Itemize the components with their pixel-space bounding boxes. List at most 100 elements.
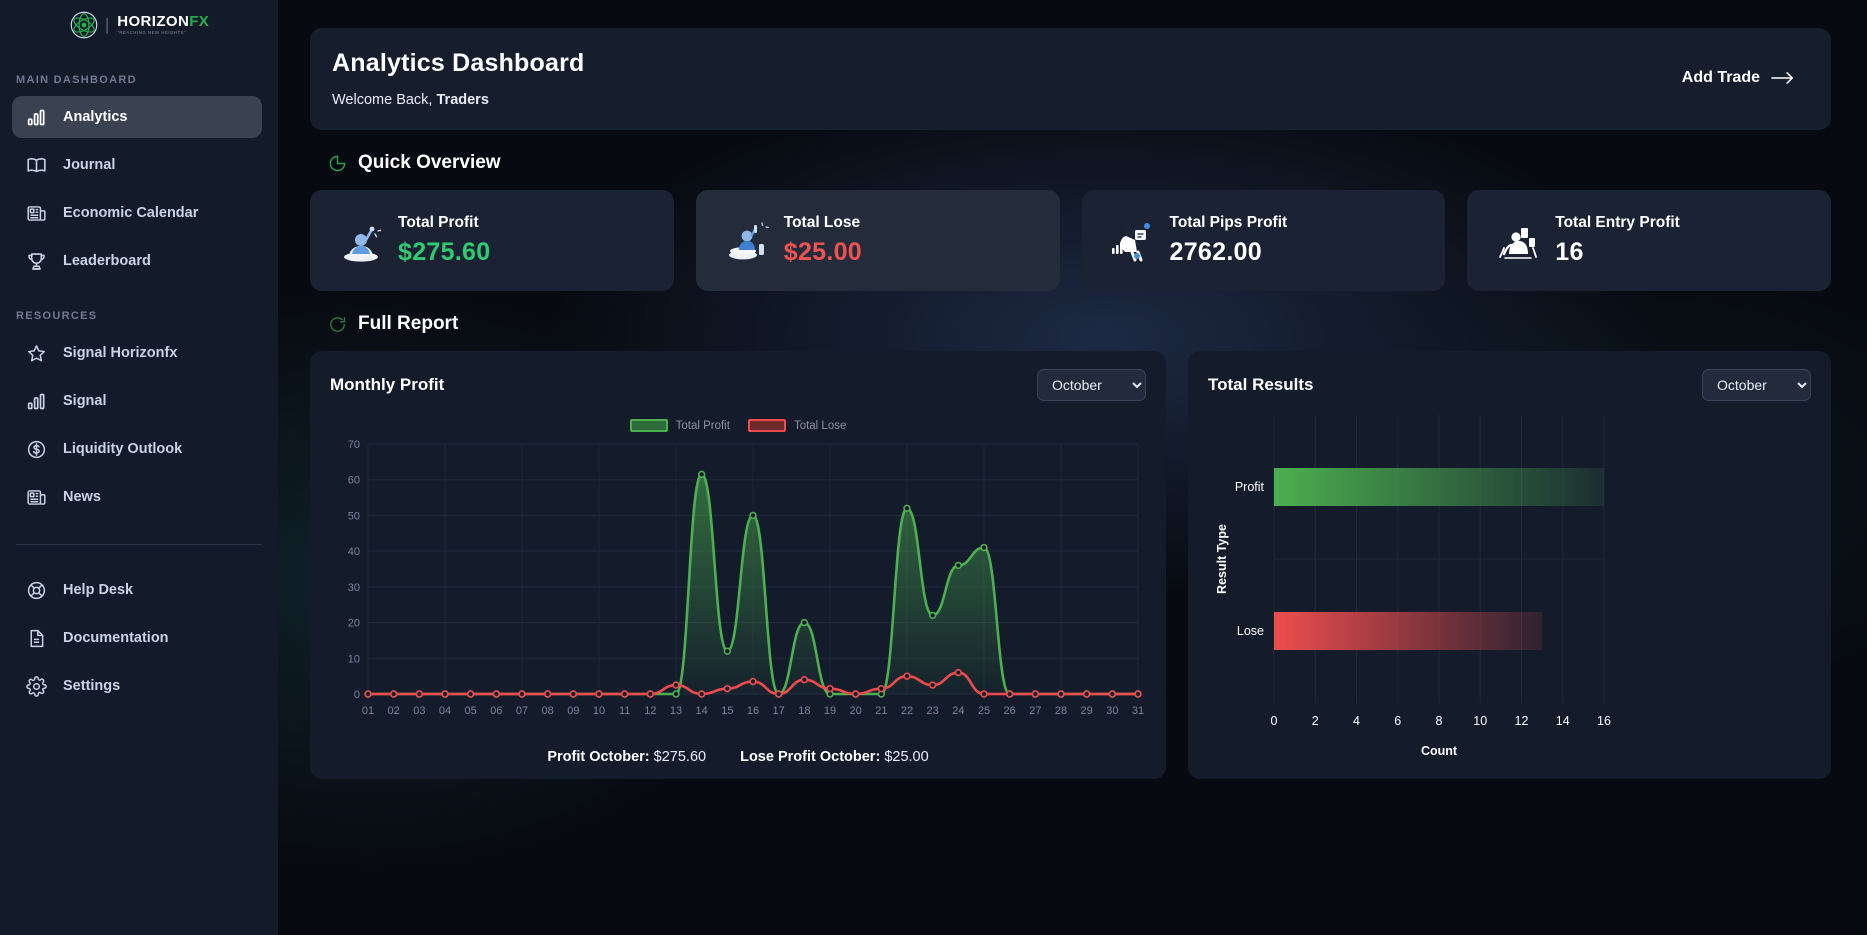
brand-logo[interactable]: | HORIZONFX "REACHING NEW HEIGHTS": [0, 4, 278, 46]
svg-text:10: 10: [348, 653, 360, 665]
lose-illustration-icon: [716, 215, 778, 267]
sidebar-item-label: Liquidity Outlook: [63, 441, 183, 457]
stat-label: Total Profit: [398, 214, 479, 231]
svg-text:14: 14: [1556, 714, 1570, 728]
sidebar-item-analytics[interactable]: Analytics: [12, 96, 262, 138]
total-results-chart[interactable]: 0 2 4 6 8 10 12 14 16 Profit Lose Count Result Type: [1208, 405, 1811, 765]
svg-text:02: 02: [388, 705, 400, 717]
svg-text:31: 31: [1132, 705, 1144, 717]
sidebar-item-label: News: [63, 489, 101, 505]
sidebar-item-leaderboard[interactable]: Leaderboard: [12, 240, 262, 282]
svg-text:12: 12: [1515, 714, 1529, 728]
svg-text:09: 09: [567, 705, 579, 717]
sidebar-item-label: Analytics: [63, 109, 128, 125]
svg-text:Result Type: Result Type: [1215, 524, 1229, 594]
total-results-title: Total Results: [1208, 375, 1314, 394]
report-panels: Monthly Profit JanuaryFebruaryMarchApril…: [310, 351, 1831, 779]
svg-text:20: 20: [348, 618, 360, 630]
brand-text: HORIZONFX "REACHING NEW HEIGHTS": [117, 14, 209, 35]
legend-label: Total Profit: [675, 419, 730, 432]
svg-text:4: 4: [1353, 714, 1360, 728]
svg-text:15: 15: [721, 705, 733, 717]
svg-text:27: 27: [1029, 705, 1041, 717]
sidebar-item-news[interactable]: News: [12, 476, 262, 518]
sidebar-item-documentation[interactable]: Documentation: [12, 617, 262, 659]
svg-text:13: 13: [670, 705, 682, 717]
svg-text:Count: Count: [1421, 744, 1458, 758]
svg-text:40: 40: [348, 546, 360, 558]
total-results-header: Total Results JanuaryFebruaryMarchAprilM…: [1208, 369, 1811, 401]
stat-card-total-entry-profit[interactable]: Total Entry Profit 16: [1467, 190, 1831, 291]
svg-text:70: 70: [348, 439, 360, 451]
gear-icon: [26, 675, 47, 697]
bar-chart-icon: [27, 393, 45, 409]
svg-text:22: 22: [901, 705, 913, 717]
svg-text:0: 0: [1271, 714, 1278, 728]
sidebar-item-settings[interactable]: Settings: [12, 665, 262, 707]
legend-item-total-profit[interactable]: Total Profit: [629, 419, 730, 432]
svg-text:30: 30: [1106, 705, 1118, 717]
sidebar-item-economic-calendar[interactable]: Economic Calendar: [12, 192, 262, 234]
newspaper-icon: [27, 489, 46, 505]
book-icon: [27, 157, 46, 172]
svg-text:24: 24: [952, 705, 964, 717]
pips-illustration-icon: [1102, 215, 1164, 267]
svg-text:11: 11: [619, 705, 630, 717]
stat-card-total-pips-profit[interactable]: Total Pips Profit 2762.00: [1081, 190, 1446, 291]
svg-text:08: 08: [542, 705, 554, 717]
sidebar-item-label: Signal: [63, 393, 107, 409]
stat-card-total-profit[interactable]: Total Profit $275.60: [310, 190, 674, 291]
svg-text:23: 23: [927, 705, 939, 717]
sidebar-item-journal[interactable]: Journal: [12, 144, 262, 186]
legend-item-total-lose[interactable]: Total Lose: [747, 419, 846, 432]
summary-profit-value: $275.60: [653, 749, 707, 765]
pie-chart-icon: [329, 155, 346, 171]
bar-chart-svg: 0 2 4 6 8 10 12 14 16 Profit Lose Count Result Type: [1215, 415, 1611, 758]
summary-lose: Lose Profit October: $25.00: [740, 749, 929, 765]
sidebar-item-signal[interactable]: Signal: [12, 380, 262, 422]
page-header: Analytics Dashboard Welcome Back, Trader…: [310, 28, 1831, 130]
monthly-profit-month-select[interactable]: JanuaryFebruaryMarchAprilMayJuneJulyAugu…: [1037, 369, 1146, 401]
entry-illustration-icon: [1487, 215, 1549, 267]
sidebar-item-label: Help Desk: [63, 582, 134, 598]
profit-illustration-icon: [330, 215, 392, 267]
sidebar-item-liquidity-outlook[interactable]: Liquidity Outlook: [12, 428, 262, 470]
brand-tagline: "REACHING NEW HEIGHTS": [117, 30, 187, 36]
svg-text:12: 12: [644, 705, 656, 717]
svg-text:26: 26: [1004, 705, 1016, 717]
brand-name-accent: FX: [189, 13, 210, 31]
svg-text:6: 6: [1394, 714, 1401, 728]
total-results-panel: Total Results JanuaryFebruaryMarchAprilM…: [1188, 351, 1831, 779]
svg-text:03: 03: [413, 705, 425, 717]
total-results-month-select[interactable]: JanuaryFebruaryMarchAprilMayJuneJulyAugu…: [1702, 369, 1811, 401]
stat-value: 2762.00: [1169, 238, 1262, 266]
main-content: Analytics Dashboard Welcome Back, Trader…: [278, 0, 1867, 935]
monthly-profit-chart[interactable]: 0 10 20 30 40 50 60 70 01 02 03 04 05 06 07 08 09 10 11 12 1…: [330, 436, 1146, 726]
sidebar-item-help-desk[interactable]: Help Desk: [12, 569, 262, 611]
atom-logo-icon: [70, 11, 98, 39]
app-root: | HORIZONFX "REACHING NEW HEIGHTS" MAIN …: [0, 0, 1867, 935]
sidebar: | HORIZONFX "REACHING NEW HEIGHTS" MAIN …: [0, 0, 278, 935]
page-title: Analytics Dashboard: [332, 48, 585, 77]
stat-cards: Total Profit $275.60 Total Lose $25.00 T…: [310, 190, 1831, 291]
stat-value: $275.60: [398, 238, 491, 266]
sidebar-section-resources-label: RESOURCES: [16, 310, 98, 322]
monthly-summary: Profit October: $275.60 Lose Profit Octo…: [310, 749, 1166, 765]
sidebar-divider: [16, 544, 262, 545]
summary-lose-label: Lose Profit October:: [740, 749, 881, 765]
chart-legend: Total Profit Total Lose: [330, 419, 1146, 432]
svg-text:25: 25: [978, 705, 990, 717]
sidebar-item-label: Settings: [63, 678, 121, 694]
add-trade-button[interactable]: Add Trade: [1674, 63, 1803, 93]
sidebar-item-signal-horizonfx[interactable]: Signal Horizonfx: [12, 332, 262, 374]
summary-profit: Profit October: $275.60: [547, 749, 706, 765]
stat-card-total-lose[interactable]: Total Lose $25.00: [695, 190, 1060, 291]
sidebar-item-label: Economic Calendar: [63, 205, 199, 221]
quick-overview-header: Quick Overview: [328, 152, 1831, 174]
newspaper-icon: [27, 205, 46, 221]
quick-overview-title: Quick Overview: [358, 152, 501, 173]
sidebar-item-label: Leaderboard: [63, 253, 151, 269]
brand-name-main: HORIZON: [117, 13, 190, 31]
sidebar-item-label: Signal Horizonfx: [63, 345, 178, 361]
svg-text:28: 28: [1055, 705, 1067, 717]
